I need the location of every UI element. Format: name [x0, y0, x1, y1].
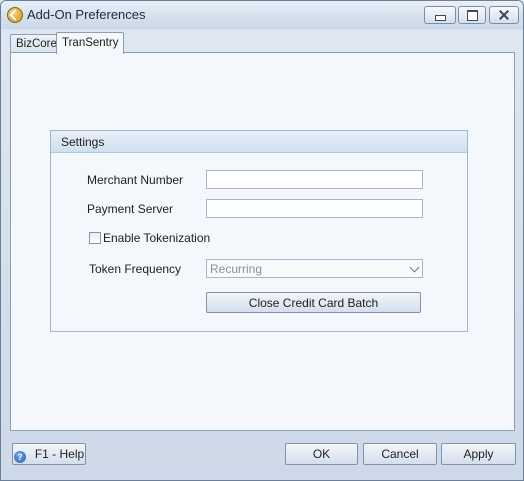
- ok-button[interactable]: OK: [285, 443, 358, 465]
- settings-group-title: Settings: [61, 135, 105, 149]
- tab-transentry[interactable]: TranSentry: [56, 32, 125, 54]
- merchant-number-label: Merchant Number: [87, 173, 184, 187]
- settings-group-header: Settings: [51, 131, 467, 153]
- help-icon: ?: [13, 451, 26, 463]
- token-frequency-dropdown[interactable]: Recurring: [206, 259, 423, 278]
- help-button[interactable]: ? F1 - Help: [12, 443, 86, 465]
- token-frequency-value: Recurring: [210, 262, 263, 276]
- enable-tokenization-checkbox[interactable]: [89, 232, 101, 244]
- title-bar: Add-On Preferences: [1, 1, 523, 29]
- cancel-button[interactable]: Cancel: [363, 443, 437, 465]
- apply-button[interactable]: Apply: [441, 443, 516, 465]
- app-logo-icon: [7, 7, 23, 23]
- maximize-button[interactable]: [458, 6, 486, 24]
- window-title: Add-On Preferences: [27, 7, 146, 22]
- add-on-preferences-window: Add-On Preferences BizCore TranSentry Se…: [0, 0, 524, 481]
- merchant-number-field[interactable]: [206, 170, 423, 189]
- minimize-button[interactable]: [424, 6, 456, 24]
- close-credit-card-batch-button[interactable]: Close Credit Card Batch: [206, 292, 421, 313]
- transentry-tab-panel: Settings Merchant Number Payment Server …: [10, 52, 515, 431]
- payment-server-field[interactable]: [206, 199, 423, 218]
- enable-tokenization-label[interactable]: Enable Tokenization: [103, 231, 210, 245]
- tab-bizcore[interactable]: BizCore: [10, 34, 59, 54]
- token-frequency-label: Token Frequency: [89, 262, 182, 276]
- settings-group: Settings Merchant Number Payment Server …: [50, 130, 468, 332]
- payment-server-label: Payment Server: [87, 202, 174, 216]
- help-button-label: F1 - Help: [34, 447, 85, 461]
- close-button[interactable]: [489, 6, 519, 24]
- chevron-down-icon: [409, 262, 420, 273]
